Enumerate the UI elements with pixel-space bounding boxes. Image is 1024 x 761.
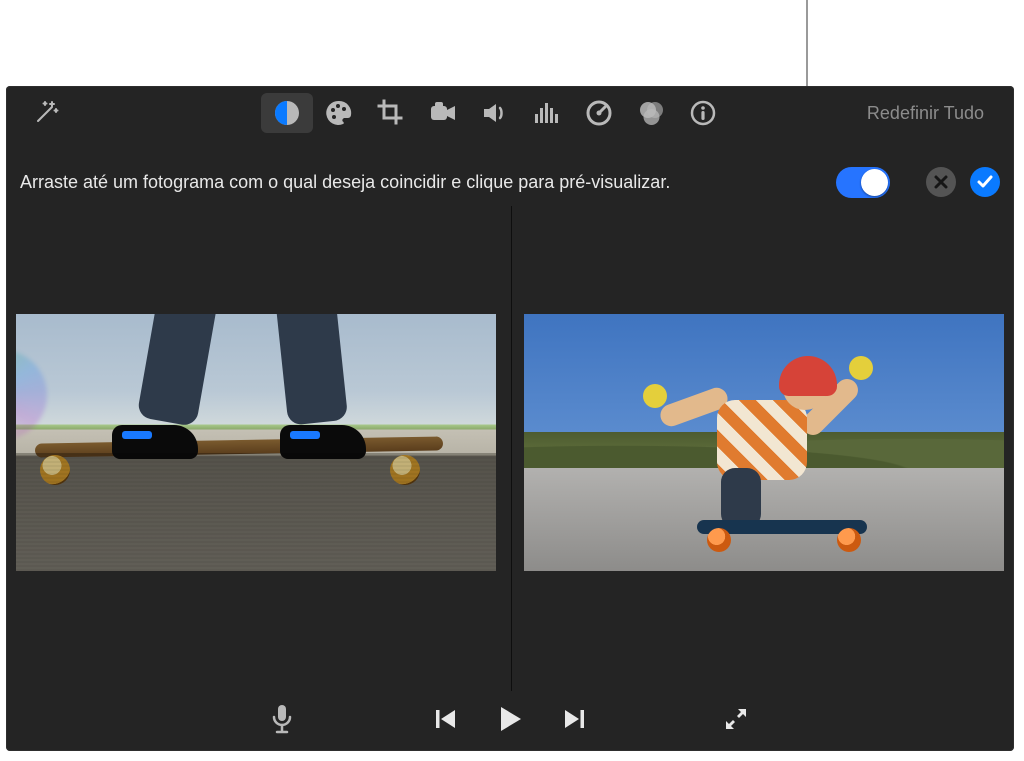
skip-back-icon xyxy=(433,706,459,732)
color-correction-button[interactable] xyxy=(313,93,365,133)
equalizer-icon xyxy=(532,98,562,128)
speed-button[interactable] xyxy=(573,93,625,133)
crop-button[interactable] xyxy=(365,93,417,133)
info-icon xyxy=(688,98,718,128)
adjustments-toolbar: Redefinir Tudo xyxy=(6,86,1014,140)
color-balance-button[interactable] xyxy=(261,93,313,133)
clip-filter-button[interactable] xyxy=(625,93,677,133)
overlapping-circles-icon xyxy=(636,98,666,128)
previous-frame-button[interactable] xyxy=(433,706,459,737)
apply-button[interactable] xyxy=(970,167,1000,197)
toggle-knob xyxy=(861,169,888,196)
reset-all-button[interactable]: Redefinir Tudo xyxy=(867,86,984,140)
magic-wand-button[interactable] xyxy=(20,93,72,133)
noise-reduction-button[interactable] xyxy=(521,93,573,133)
source-clip-thumbnail xyxy=(16,314,496,571)
reset-all-label: Redefinir Tudo xyxy=(867,103,984,124)
stabilization-button[interactable] xyxy=(417,93,469,133)
magic-wand-icon xyxy=(32,99,60,127)
skip-forward-icon xyxy=(561,706,587,732)
speedometer-icon xyxy=(584,98,614,128)
playback-bar xyxy=(6,691,1014,751)
volume-icon xyxy=(480,98,510,128)
cancel-button[interactable] xyxy=(926,167,956,197)
fullscreen-button[interactable] xyxy=(723,706,749,737)
check-icon xyxy=(976,173,994,191)
match-color-toggle[interactable] xyxy=(836,167,890,198)
target-clip-preview[interactable] xyxy=(524,314,1004,571)
viewer-panel: Redefinir Tudo Arraste até um fotograma … xyxy=(6,86,1014,751)
instruction-text: Arraste até um fotograma com o qual dese… xyxy=(20,172,836,193)
color-balance-icon xyxy=(272,98,302,128)
volume-button[interactable] xyxy=(469,93,521,133)
clip-info-button[interactable] xyxy=(677,93,729,133)
play-button[interactable] xyxy=(495,704,525,739)
preview-area xyxy=(16,314,1004,571)
play-icon xyxy=(495,704,525,734)
instruction-bar: Arraste até um fotograma com o qual dese… xyxy=(6,158,1014,206)
video-camera-icon xyxy=(428,98,458,128)
expand-icon xyxy=(723,706,749,732)
target-clip-thumbnail xyxy=(524,314,1004,571)
source-clip-preview[interactable] xyxy=(16,314,496,571)
crop-icon xyxy=(377,99,405,127)
close-icon xyxy=(933,174,949,190)
next-frame-button[interactable] xyxy=(561,706,587,737)
palette-icon xyxy=(324,98,354,128)
